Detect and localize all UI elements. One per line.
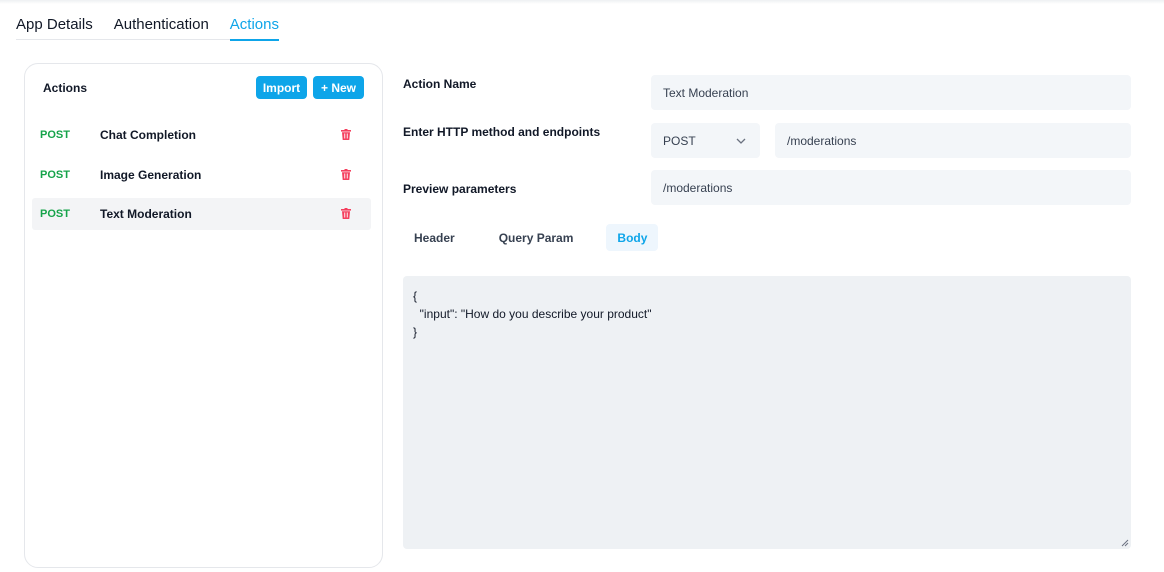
- tab-header[interactable]: Header: [403, 224, 466, 251]
- action-name: Image Generation: [100, 167, 202, 182]
- tab-body[interactable]: Body: [606, 224, 659, 251]
- method-badge: POST: [40, 129, 70, 141]
- import-button[interactable]: Import: [256, 76, 307, 99]
- method-badge: POST: [40, 208, 70, 220]
- tab-actions[interactable]: Actions: [229, 14, 279, 41]
- new-action-button[interactable]: + New: [313, 76, 364, 99]
- action-list: POST Chat Completion POST Image Generati…: [32, 119, 371, 238]
- trash-icon[interactable]: [341, 208, 351, 219]
- http-method-label: Enter HTTP method and endpoints: [403, 125, 601, 139]
- trash-icon[interactable]: [341, 168, 351, 180]
- tab-app-details[interactable]: App Details: [16, 14, 93, 39]
- action-item-text-moderation[interactable]: POST Text Moderation: [32, 198, 371, 230]
- request-tabs: Header Query Param Body: [403, 224, 659, 251]
- action-item-image-generation[interactable]: POST Image Generation: [32, 159, 371, 191]
- preview-parameters-label: Preview parameters: [403, 182, 517, 196]
- action-item-chat-completion[interactable]: POST Chat Completion: [32, 119, 371, 151]
- preview-parameters-field: /moderations: [651, 170, 1131, 205]
- tab-query-param[interactable]: Query Param: [488, 224, 585, 251]
- actions-panel-title: Actions: [43, 81, 88, 95]
- resize-grip-icon[interactable]: [1120, 538, 1129, 547]
- trash-icon[interactable]: [341, 129, 351, 140]
- action-name-input[interactable]: Text Moderation: [651, 75, 1131, 110]
- http-method-select[interactable]: POST: [651, 123, 760, 158]
- http-method-value: POST: [663, 133, 696, 148]
- top-shadow: [0, 0, 1164, 4]
- method-badge: POST: [40, 168, 70, 181]
- actions-panel: Actions Import + New POST Chat Completio…: [24, 63, 383, 568]
- endpoint-input[interactable]: /moderations: [775, 123, 1131, 158]
- action-name: Chat Completion: [100, 128, 196, 142]
- actions-panel-header: Actions Import + New: [25, 64, 382, 112]
- chevron-down-icon: [736, 138, 746, 144]
- action-name: Text Moderation: [100, 207, 192, 221]
- action-name-label: Action Name: [403, 77, 477, 91]
- request-body-editor[interactable]: [403, 276, 1131, 549]
- tab-authentication[interactable]: Authentication: [114, 14, 209, 39]
- top-tabs: App Details Authentication Actions: [16, 14, 279, 41]
